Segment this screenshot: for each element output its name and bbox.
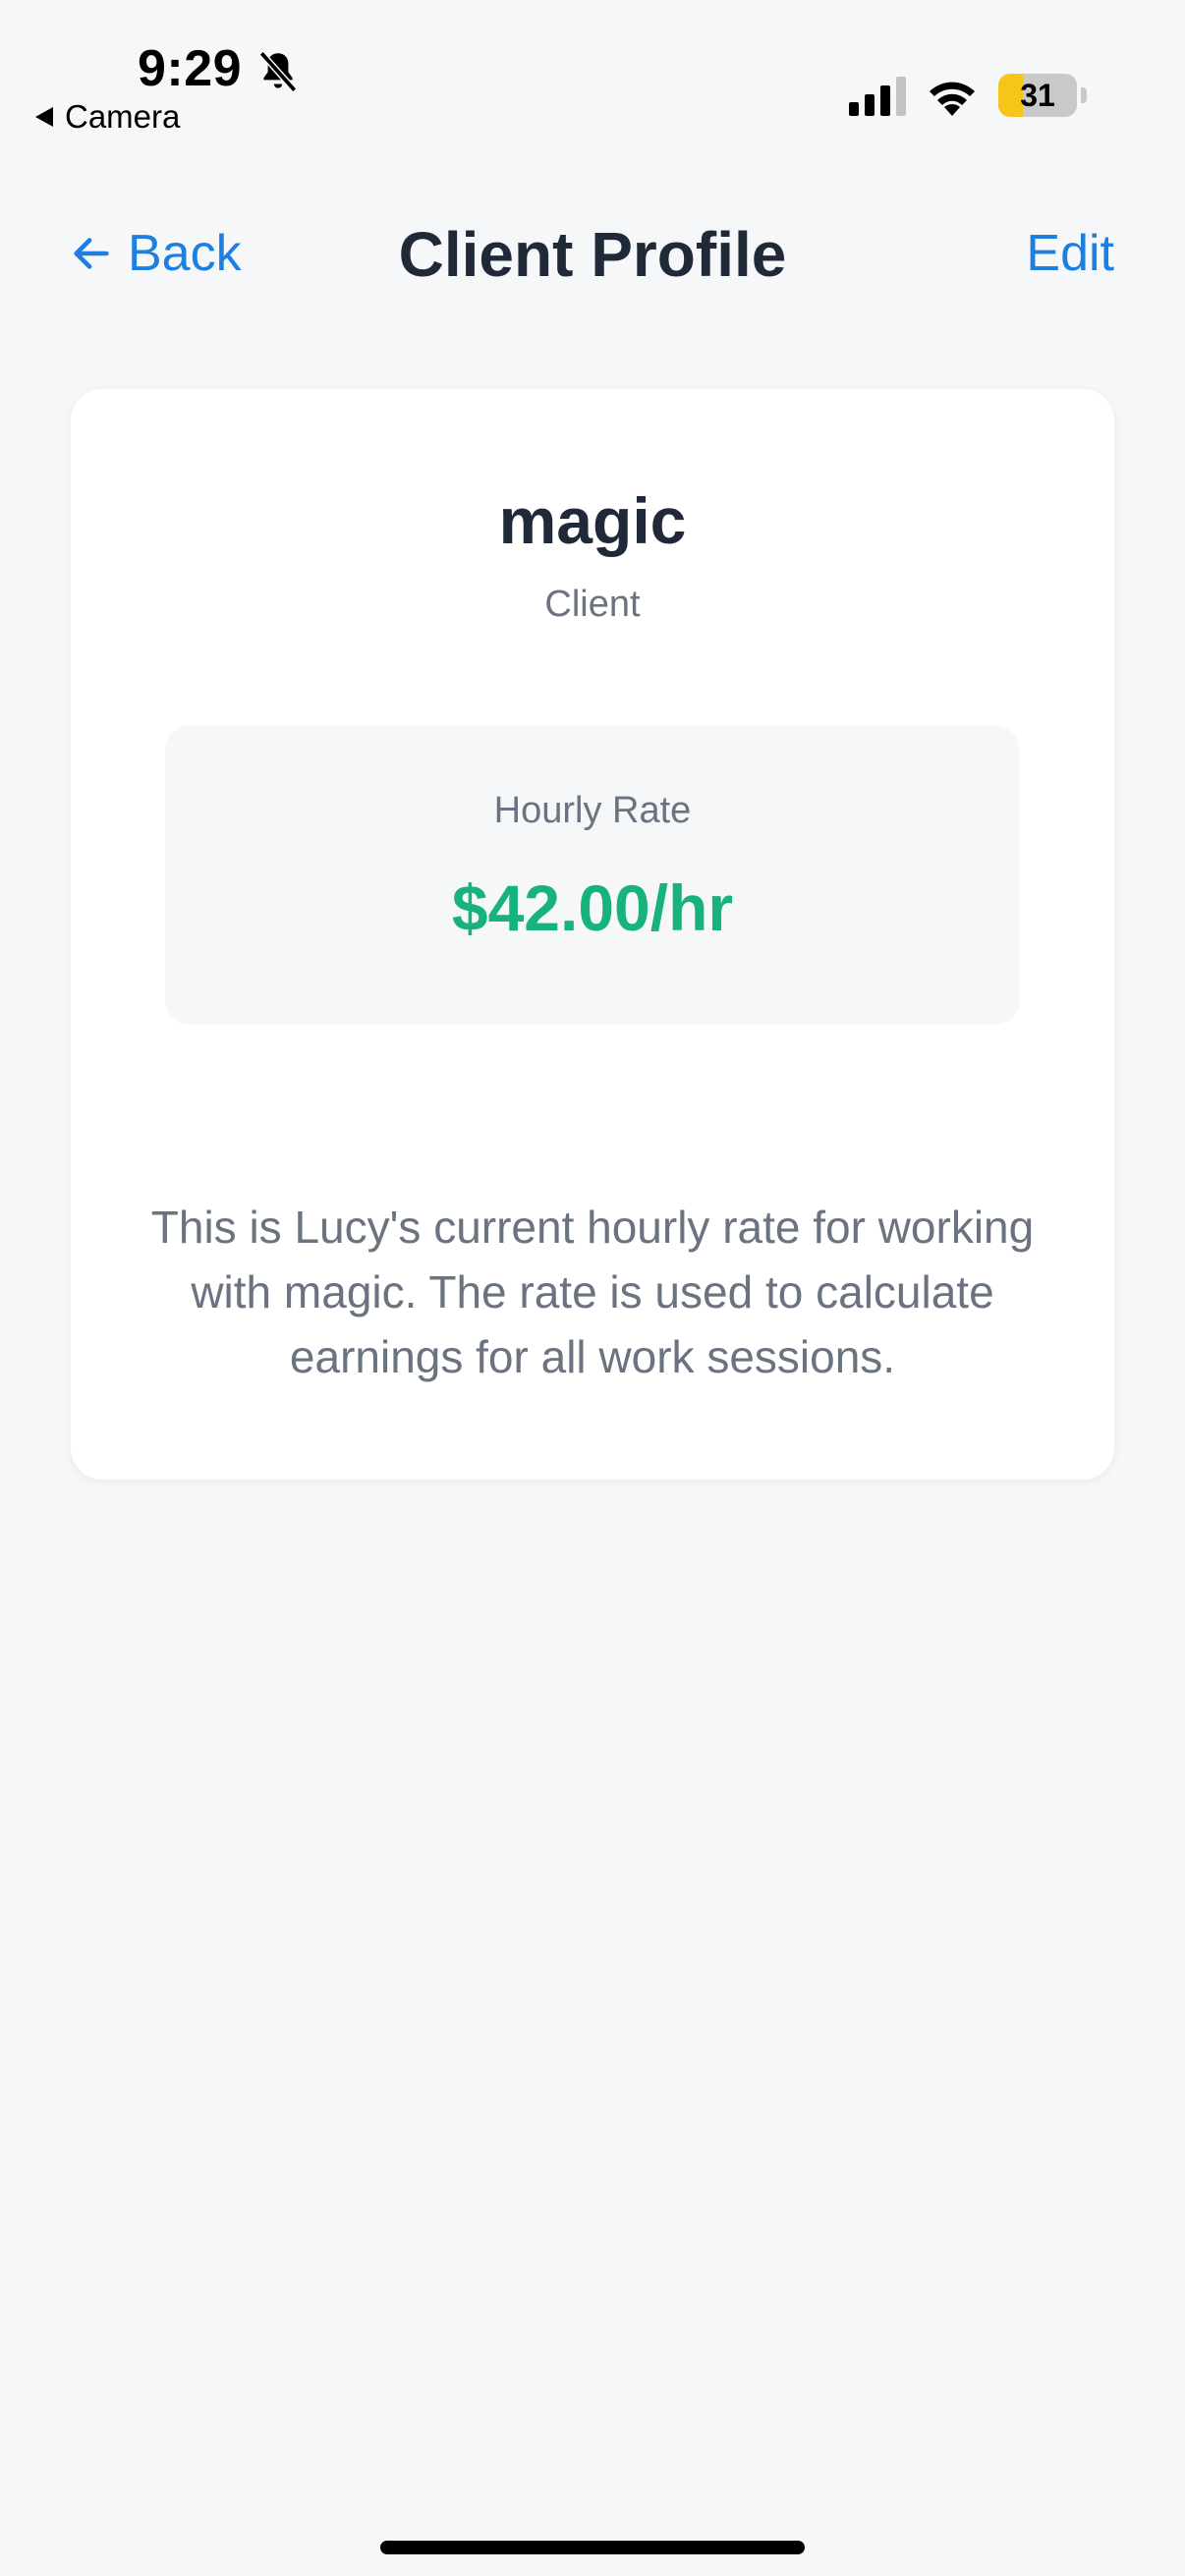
status-time: 9:29: [138, 40, 243, 97]
battery-icon: 31: [998, 74, 1077, 117]
cellular-signal-icon: [849, 77, 906, 116]
bell-slash-icon: [258, 51, 298, 92]
hourly-rate-panel: Hourly Rate $42.00/hr: [165, 725, 1020, 1025]
nav-header: Back Client Profile Edit: [0, 196, 1185, 314]
wifi-icon: [930, 82, 975, 116]
status-bar: 9:29 Camera 31: [0, 0, 1185, 147]
rate-description: This is Lucy's current hourly rate for w…: [150, 1202, 1035, 1382]
battery-percentage: 31: [1020, 78, 1055, 113]
back-triangle-icon: [35, 107, 53, 127]
home-indicator[interactable]: [380, 2541, 805, 2554]
hourly-rate-label: Hourly Rate: [493, 790, 692, 831]
return-to-app-link[interactable]: Camera: [35, 98, 180, 136]
hourly-rate-value: $42.00/hr: [451, 871, 734, 944]
client-role: Client: [544, 584, 641, 625]
return-app-label: Camera: [65, 98, 181, 135]
client-name: magic: [498, 484, 687, 557]
client-profile-card: magic Client Hourly Rate $42.00/hr This …: [71, 389, 1114, 1480]
battery-terminal: [1081, 87, 1087, 103]
edit-button[interactable]: Edit: [1026, 224, 1114, 283]
page-title: Client Profile: [398, 219, 787, 290]
